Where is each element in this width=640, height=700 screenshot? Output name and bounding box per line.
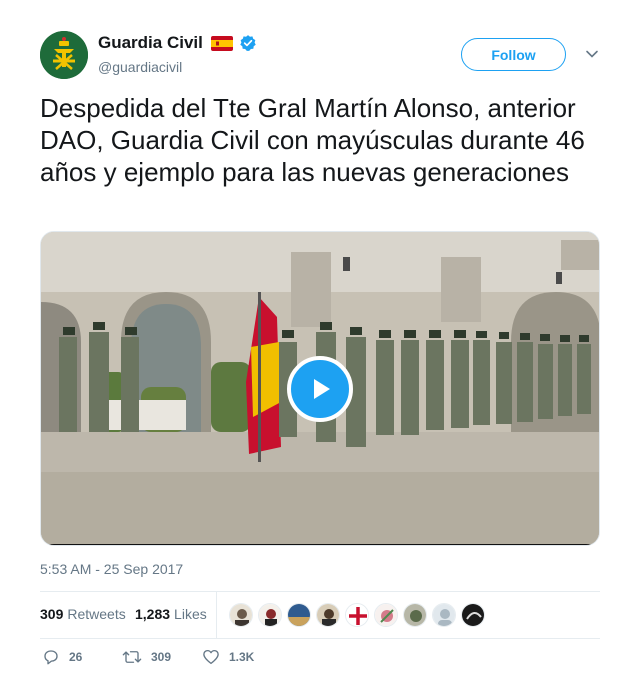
- account-name[interactable]: Guardia Civil: [98, 33, 203, 53]
- liker-avatar[interactable]: [403, 603, 427, 627]
- like-button[interactable]: 1.3K: [202, 648, 254, 666]
- follow-button[interactable]: Follow: [461, 38, 566, 71]
- liker-avatar[interactable]: [345, 603, 369, 627]
- retweet-icon: [122, 651, 142, 663]
- retweets-label: Retweets: [67, 606, 126, 622]
- tweet-stats: 309 Retweets 1,283 Likes: [40, 592, 600, 638]
- liker-avatar[interactable]: [316, 603, 340, 627]
- like-count: 1.3K: [229, 650, 255, 664]
- liker-avatar[interactable]: [258, 603, 282, 627]
- divider: [40, 638, 600, 639]
- play-icon: [314, 379, 330, 399]
- account-handle[interactable]: @guardiacivil: [98, 59, 182, 75]
- retweets-count: 309: [40, 606, 64, 622]
- liker-avatar[interactable]: [287, 603, 311, 627]
- retweet-count: 309: [151, 650, 172, 664]
- heart-icon: [203, 649, 219, 665]
- reply-button[interactable]: 26: [42, 648, 82, 666]
- tweet-timestamp[interactable]: 5:53 AM - 25 Sep 2017: [40, 561, 183, 577]
- reply-icon: [44, 650, 58, 665]
- liker-avatar[interactable]: [229, 603, 253, 627]
- chevron-down-icon[interactable]: [585, 47, 599, 61]
- tweet-header: Guardia Civil @guardiacivil Follow: [40, 30, 600, 82]
- account-avatar[interactable]: [40, 31, 88, 79]
- play-button[interactable]: [287, 356, 353, 422]
- verified-badge-icon: [240, 35, 256, 51]
- liker-avatar[interactable]: [374, 603, 398, 627]
- liker-avatar[interactable]: [432, 603, 456, 627]
- tweet-video[interactable]: [40, 231, 600, 546]
- retweets-stat[interactable]: 309 Retweets: [40, 606, 126, 622]
- likes-label: Likes: [174, 606, 207, 622]
- reply-count: 26: [69, 650, 83, 664]
- stats-separator: [216, 592, 217, 638]
- liker-avatars: [229, 603, 490, 627]
- guardia-civil-emblem-icon: [40, 31, 88, 79]
- retweet-button[interactable]: 309: [122, 648, 171, 666]
- tweet-text: Despedida del Tte Gral Martín Alonso, an…: [40, 93, 585, 187]
- spain-flag-icon: [210, 35, 233, 51]
- tweet-actions: 26 309 1.3K: [40, 648, 600, 674]
- liker-avatar[interactable]: [461, 603, 485, 627]
- account-name-row: Guardia Civil: [98, 33, 257, 53]
- likes-stat[interactable]: 1,283 Likes: [135, 606, 207, 622]
- likes-count: 1,283: [135, 606, 171, 622]
